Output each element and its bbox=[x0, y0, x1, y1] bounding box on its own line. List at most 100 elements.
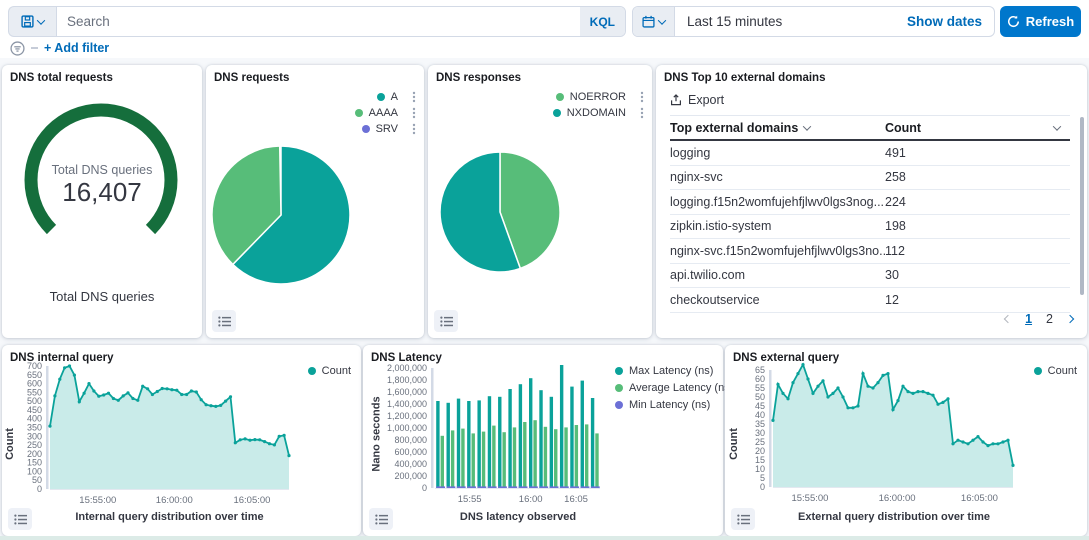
panel-dns-requests: DNS requests AAAAASRV bbox=[206, 65, 424, 338]
svg-text:600: 600 bbox=[27, 379, 42, 389]
legend-toggle-button[interactable] bbox=[212, 310, 236, 332]
gauge-center-label: Total DNS queries bbox=[2, 163, 202, 177]
legend-label: NXDOMAIN bbox=[567, 107, 626, 119]
export-label: Export bbox=[688, 93, 724, 107]
svg-text:150: 150 bbox=[27, 458, 42, 468]
sort-chevron-icon[interactable] bbox=[803, 122, 811, 130]
legend-toggle-button[interactable] bbox=[434, 310, 458, 332]
legend-toggle-button[interactable] bbox=[731, 508, 755, 530]
latency-legend: Max Latency (ns) Average Latency (ns) Min … bbox=[615, 365, 733, 411]
table-row: checkoutservice12 bbox=[670, 288, 1070, 313]
filter-divider bbox=[31, 47, 38, 49]
svg-text:650: 650 bbox=[27, 370, 42, 380]
dns-responses-legend: NOERROR NXDOMAIN bbox=[553, 91, 644, 119]
svg-text:1,000,000: 1,000,000 bbox=[387, 423, 427, 433]
legend-item-NOERROR[interactable]: NOERROR bbox=[553, 91, 644, 103]
legend-item-AAAA[interactable]: AAAA bbox=[355, 107, 416, 119]
table-row: nginx-svc.f15n2womfujehfjlwv0lgs3no...11… bbox=[670, 239, 1070, 264]
next-page-icon[interactable] bbox=[1066, 315, 1074, 323]
legend-options-icon[interactable] bbox=[412, 91, 416, 103]
legend-item-NXDOMAIN[interactable]: NXDOMAIN bbox=[553, 107, 644, 119]
legend-item-max-latency-ns-[interactable]: Max Latency (ns) bbox=[615, 365, 733, 377]
time-range-value[interactable]: Last 15 minutes bbox=[675, 14, 907, 29]
refresh-icon bbox=[1007, 15, 1020, 28]
x-axis-label: External query distribution over time bbox=[713, 511, 1075, 523]
saved-query-menu-button[interactable] bbox=[8, 6, 56, 37]
legend-item-average-latency-ns-[interactable]: Average Latency (ns) bbox=[615, 382, 733, 394]
svg-text:1,400,000: 1,400,000 bbox=[387, 399, 427, 409]
table-row: logging.f15n2womfujehfjlwv0lgs3nog....22… bbox=[670, 190, 1070, 215]
table-row: zipkin.istio-system198 bbox=[670, 215, 1070, 240]
legend-dot bbox=[553, 109, 561, 117]
cell-count: 30 bbox=[885, 268, 1070, 282]
cell-count: 198 bbox=[885, 219, 1070, 233]
table-row: logging491 bbox=[670, 141, 1070, 166]
column-header-domains[interactable]: Top external domains bbox=[670, 121, 885, 135]
legend-item-A[interactable]: A bbox=[355, 91, 416, 103]
cell-domain: api.twilio.com bbox=[670, 268, 885, 282]
add-filter-button[interactable]: + Add filter bbox=[44, 41, 109, 55]
svg-text:25: 25 bbox=[755, 437, 765, 447]
legend-toggle-button[interactable] bbox=[369, 508, 393, 530]
calendar-menu-button[interactable] bbox=[633, 7, 675, 36]
calendar-icon bbox=[642, 15, 655, 28]
show-dates-button[interactable]: Show dates bbox=[907, 14, 994, 29]
legend-toggle-button[interactable] bbox=[8, 508, 32, 530]
svg-text:16:00: 16:00 bbox=[519, 494, 543, 505]
legend-item-min-latency-ns-[interactable]: Min Latency (ns) bbox=[615, 399, 733, 411]
svg-text:20: 20 bbox=[755, 446, 765, 456]
table-row: nginx-svc258 bbox=[670, 166, 1070, 191]
date-picker: Last 15 minutes Show dates bbox=[632, 6, 995, 37]
svg-text:60: 60 bbox=[755, 374, 765, 384]
prev-page-icon[interactable] bbox=[1004, 315, 1012, 323]
legend-item-count[interactable]: Count bbox=[308, 365, 351, 377]
svg-text:16:05:00: 16:05:00 bbox=[961, 493, 998, 504]
legend-dot bbox=[355, 109, 363, 117]
svg-text:400: 400 bbox=[27, 414, 42, 424]
svg-text:1,600,000: 1,600,000 bbox=[387, 387, 427, 397]
gauge-value: 16,407 bbox=[2, 177, 202, 208]
filter-bar: + Add filter bbox=[0, 38, 1089, 58]
svg-text:300: 300 bbox=[27, 431, 42, 441]
legend-label: Count bbox=[1048, 365, 1077, 377]
legend-options-icon[interactable] bbox=[412, 107, 416, 119]
legend-label: Count bbox=[322, 365, 351, 377]
sort-chevron-icon[interactable] bbox=[1053, 122, 1061, 130]
dns-requests-legend: AAAAASRV bbox=[355, 91, 416, 135]
svg-text:400,000: 400,000 bbox=[394, 459, 427, 469]
domains-table: Top external domains Count logging491ngi… bbox=[670, 115, 1070, 313]
cell-count: 12 bbox=[885, 293, 1070, 307]
page-2-button[interactable]: 2 bbox=[1046, 312, 1053, 326]
filter-icon[interactable] bbox=[10, 41, 25, 56]
page-1-button[interactable]: 1 bbox=[1025, 312, 1032, 326]
svg-text:0: 0 bbox=[422, 483, 427, 493]
cell-domain: zipkin.istio-system bbox=[670, 219, 885, 233]
search-input[interactable] bbox=[57, 14, 580, 29]
top-bar: KQL Last 15 minutes Show dates Refresh bbox=[0, 0, 1089, 58]
legend-label: AAAA bbox=[369, 107, 398, 119]
legend-label: Average Latency (ns) bbox=[629, 382, 733, 394]
legend-dot bbox=[362, 125, 370, 133]
panel-dns-top-external-domains: DNS Top 10 external domains Export Top e… bbox=[656, 65, 1087, 338]
table-scrollbar[interactable] bbox=[1080, 117, 1084, 295]
legend-item-count[interactable]: Count bbox=[1034, 365, 1077, 377]
cell-domain: nginx-svc.f15n2womfujehfjlwv0lgs3no... bbox=[670, 244, 885, 258]
kql-language-button[interactable]: KQL bbox=[580, 7, 625, 36]
internal-query-legend: Count bbox=[308, 365, 351, 377]
svg-text:16:00:00: 16:00:00 bbox=[879, 493, 916, 504]
cell-count: 112 bbox=[885, 244, 1070, 258]
legend-item-SRV[interactable]: SRV bbox=[355, 123, 416, 135]
chevron-down-icon bbox=[37, 16, 45, 24]
svg-text:0: 0 bbox=[37, 484, 42, 494]
panel-dns-internal-query: DNS internal query Count 050100150200250… bbox=[2, 345, 361, 536]
column-header-count[interactable]: Count bbox=[885, 121, 1070, 135]
legend-options-icon[interactable] bbox=[412, 123, 416, 135]
svg-text:15: 15 bbox=[755, 455, 765, 465]
legend-options-icon[interactable] bbox=[640, 107, 644, 119]
refresh-button[interactable]: Refresh bbox=[1000, 6, 1081, 37]
legend-dot bbox=[615, 384, 623, 392]
legend-options-icon[interactable] bbox=[640, 91, 644, 103]
gauge-bottom-label: Total DNS queries bbox=[2, 289, 202, 304]
svg-text:700: 700 bbox=[27, 361, 42, 371]
export-button[interactable]: Export bbox=[670, 93, 724, 107]
